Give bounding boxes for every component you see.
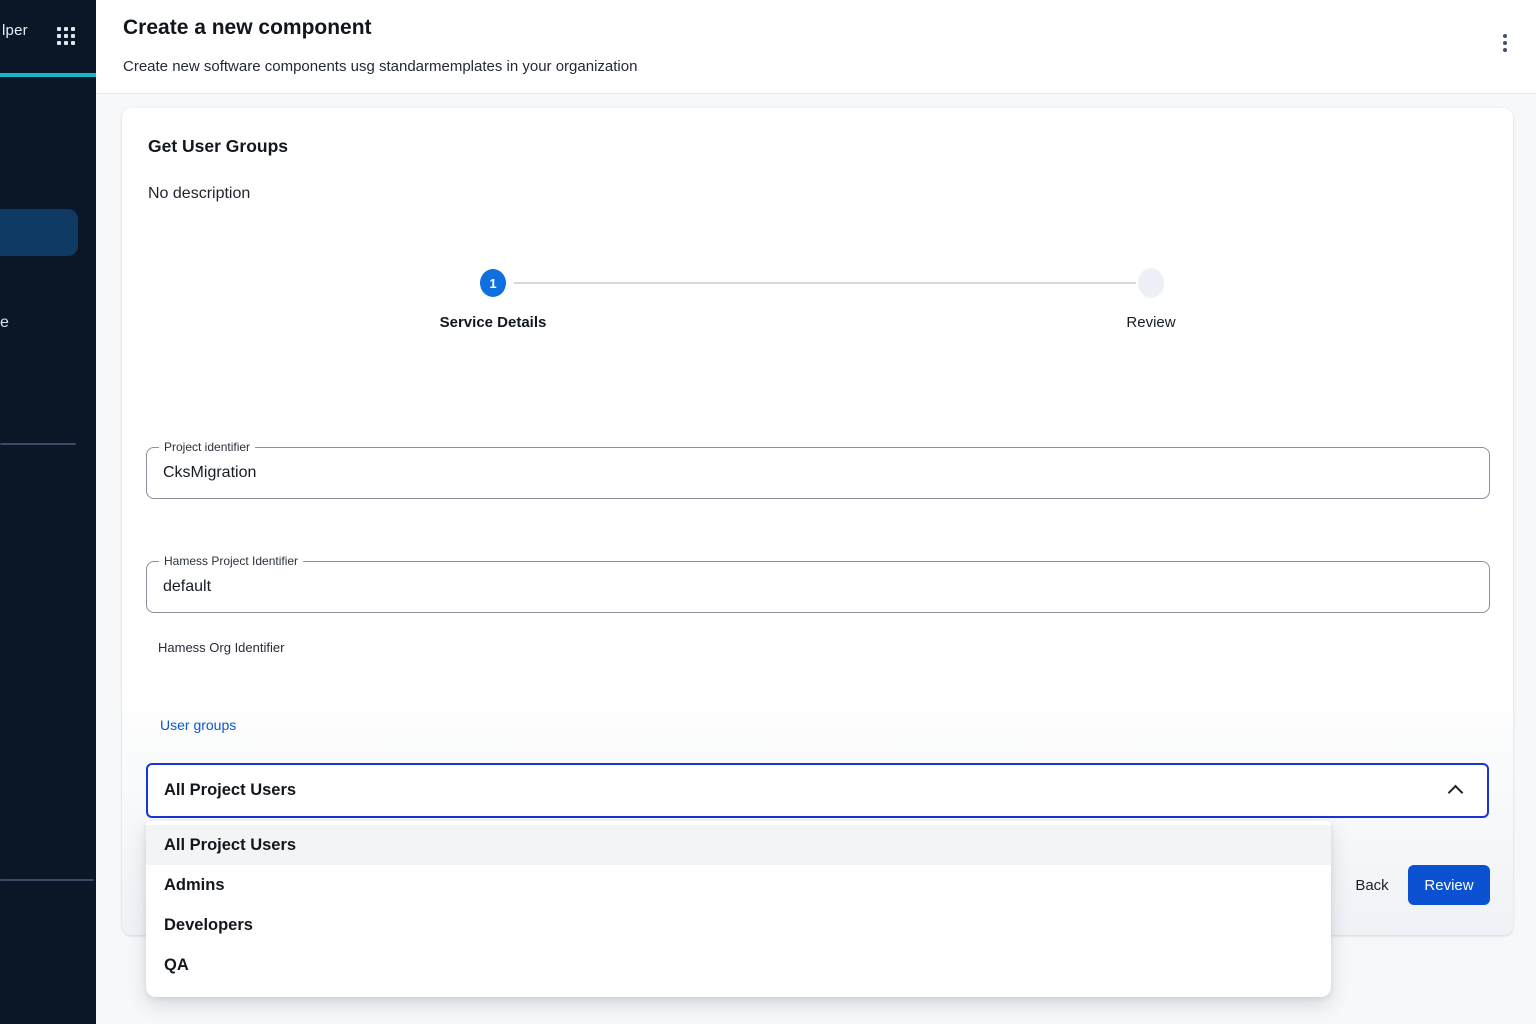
- sidebar-divider: [0, 443, 76, 445]
- chevron-up-icon: [1448, 785, 1464, 801]
- apps-grid-icon[interactable]: [57, 27, 75, 45]
- user-groups-selected-value: All Project Users: [164, 765, 296, 816]
- project-identifier-input[interactable]: [163, 448, 1473, 498]
- review-button[interactable]: Review: [1408, 865, 1490, 905]
- step-label-service-details: Service Details: [393, 314, 593, 331]
- sidebar-accent-line: [0, 73, 96, 77]
- dropdown-option-all-project-users[interactable]: All Project Users: [146, 825, 1331, 865]
- hamess-project-identifier-input[interactable]: [163, 562, 1473, 612]
- hamess-project-identifier-field: Hamess Project Identifier: [146, 561, 1490, 613]
- user-groups-label: User groups: [160, 717, 236, 733]
- page-subtitle: Create new software components usg stand…: [123, 58, 637, 75]
- sidebar-divider: [0, 879, 94, 881]
- user-groups-select[interactable]: All Project Users: [146, 763, 1489, 818]
- project-identifier-field: Project identifier: [146, 447, 1490, 499]
- step-label-review: Review: [1051, 314, 1251, 331]
- kebab-menu-icon[interactable]: [1492, 29, 1518, 57]
- sidebar-active-item[interactable]: [0, 209, 78, 256]
- page-title: Create a new component: [123, 16, 372, 40]
- step-indicator-review[interactable]: [1138, 268, 1164, 298]
- dropdown-option-qa[interactable]: QA: [146, 945, 1331, 985]
- user-groups-dropdown: All Project Users Admins Developers QA: [146, 821, 1331, 997]
- wizard-card: Get User Groups No description 1 Service…: [122, 108, 1513, 935]
- sidebar-brand-text: lper: [2, 22, 28, 39]
- page-header: Create a new component Create new softwa…: [96, 0, 1536, 94]
- dropdown-option-admins[interactable]: Admins: [146, 865, 1331, 905]
- back-button[interactable]: Back: [1328, 865, 1416, 905]
- sidebar-item-label[interactable]: e: [0, 314, 9, 332]
- sidebar: lper e: [0, 0, 96, 1024]
- wizard-title: Get User Groups: [148, 136, 288, 157]
- step-indicator-service-details[interactable]: 1: [480, 269, 506, 297]
- main-content: Get User Groups No description 1 Service…: [96, 94, 1536, 1024]
- wizard-description: No description: [148, 185, 250, 203]
- dropdown-option-developers[interactable]: Developers: [146, 905, 1331, 945]
- hamess-org-identifier-label: Hamess Org Identifier: [158, 640, 284, 655]
- step-connector-line: [514, 282, 1136, 284]
